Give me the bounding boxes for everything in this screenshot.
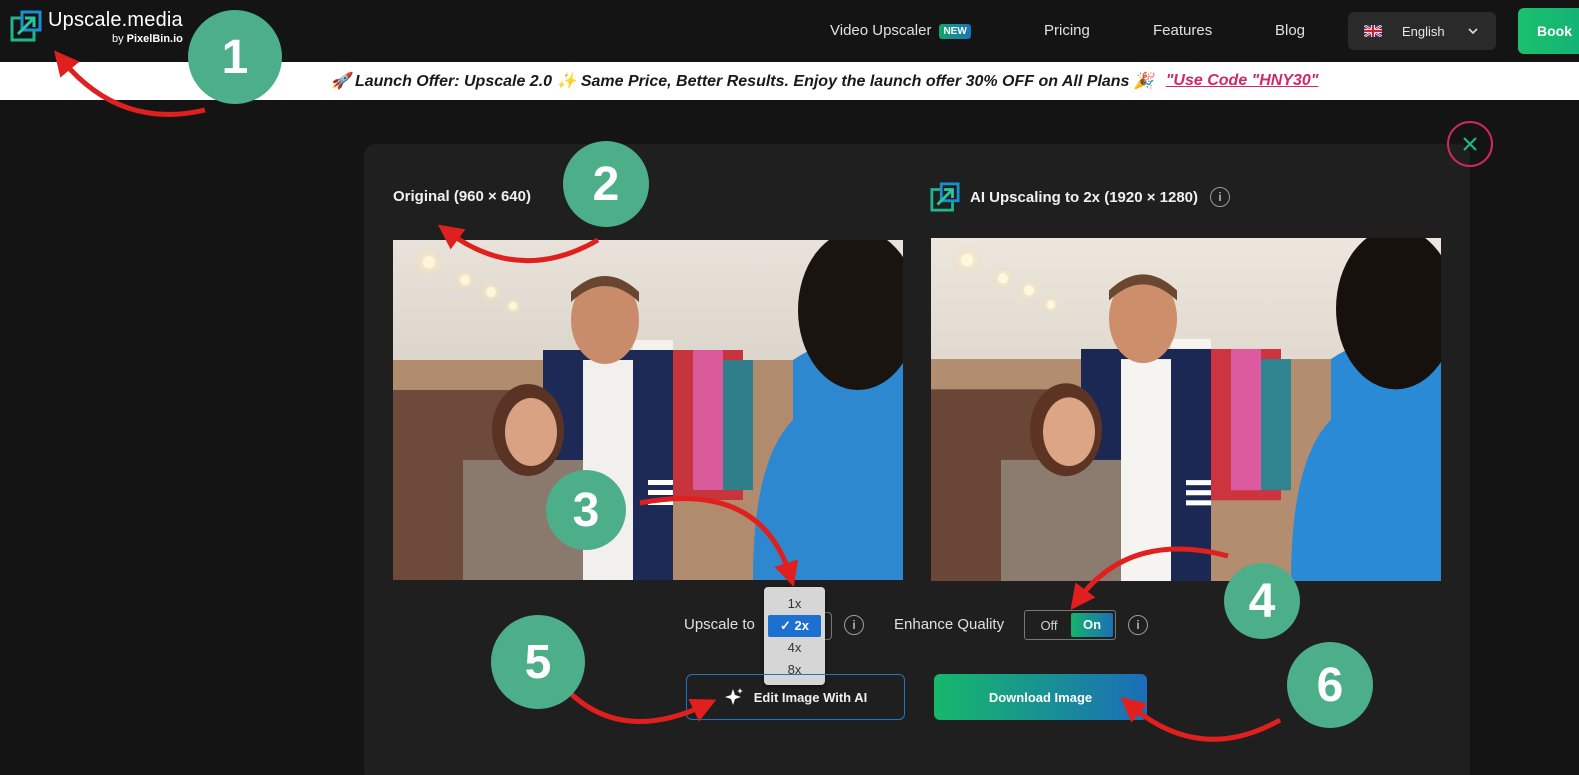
upscale-option-2x[interactable]: ✓ 2x (768, 615, 821, 637)
upscale-info-icon[interactable]: i (844, 615, 864, 635)
sparkle-icon (724, 688, 743, 705)
offer-text: 🚀 Launch Offer: Upscale 2.0 ✨ Same Price… (330, 73, 1154, 90)
store-photo-illustration (931, 238, 1441, 581)
toggle-on-option[interactable]: On (1071, 613, 1113, 637)
logo-brand: PixelBin.io (126, 33, 183, 45)
upscale-logo-icon (930, 182, 960, 212)
edit-image-with-ai-button[interactable]: Edit Image With AI (686, 674, 905, 720)
close-icon (1463, 137, 1477, 151)
upscale-option-4x[interactable]: 4x (768, 637, 821, 659)
annotation-marker-4: 4 (1224, 563, 1300, 639)
upscaled-label: AI Upscaling to 2x (1920 × 1280) (970, 188, 1199, 206)
language-selector[interactable]: English (1348, 12, 1496, 50)
upscale-dropdown[interactable]: 1x ✓ 2x 4x 8x (764, 587, 825, 685)
store-photo-illustration (393, 240, 903, 580)
logo-text: Upscale.media by PixelBin.io (48, 8, 183, 46)
language-label: English (1402, 23, 1445, 39)
nav-features[interactable]: Features (1153, 22, 1212, 40)
upscale-logo-icon (10, 10, 42, 42)
edit-image-label: Edit Image With AI (753, 689, 868, 705)
upscaled-header: AI Upscaling to 2x (1920 × 1280) i (930, 182, 1231, 212)
logo-title: Upscale.media (48, 9, 183, 31)
toggle-off-option[interactable]: Off (1027, 618, 1071, 633)
upscale-option-1x[interactable]: 1x (768, 593, 821, 615)
annotation-marker-6: 6 (1287, 642, 1373, 728)
upscale-to-label: Upscale to (684, 616, 755, 633)
book-button[interactable]: Book (1518, 8, 1579, 54)
logo[interactable]: Upscale.media by PixelBin.io (10, 8, 183, 46)
logo-subtitle: by PixelBin.io (48, 32, 183, 46)
annotation-marker-5: 5 (491, 615, 585, 709)
enhance-quality-label: Enhance Quality (894, 616, 1005, 633)
close-button[interactable] (1447, 121, 1493, 167)
new-badge: NEW (939, 23, 971, 39)
annotation-marker-3: 3 (546, 470, 626, 550)
nav-video-upscaler-label: Video Upscaler (830, 22, 932, 39)
nav-video-upscaler[interactable]: Video Upscaler NEW (830, 22, 971, 40)
nav-blog[interactable]: Blog (1275, 22, 1305, 40)
info-icon[interactable]: i (1210, 187, 1231, 207)
upscaled-image (931, 238, 1441, 581)
offer-code-link[interactable]: "Use Code "HNY30" (1166, 72, 1319, 90)
original-image (393, 240, 903, 580)
chevron-down-icon (1468, 28, 1478, 35)
logo-by: by (111, 33, 124, 45)
enhance-info-icon[interactable]: i (1128, 615, 1148, 635)
download-image-button[interactable]: Download Image (934, 674, 1147, 720)
annotation-marker-1: 1 (188, 10, 282, 104)
annotation-marker-2: 2 (563, 141, 649, 227)
enhance-quality-toggle[interactable]: Off On (1024, 610, 1116, 640)
original-label: Original (960 × 640) (393, 188, 531, 205)
uk-flag-icon (1364, 25, 1382, 37)
nav-pricing[interactable]: Pricing (1044, 22, 1090, 40)
